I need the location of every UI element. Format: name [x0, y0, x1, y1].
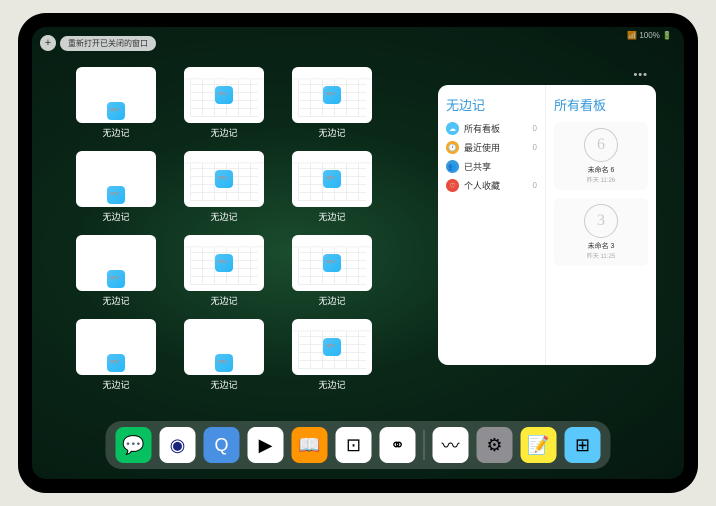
dock-apps-icon[interactable]: ⊞	[565, 427, 601, 463]
window-thumbnail	[76, 319, 156, 375]
board-name: 未命名 6	[588, 165, 615, 175]
switcher-window[interactable]: 无边记	[288, 67, 376, 139]
switcher-window[interactable]: 无边记	[72, 151, 160, 223]
ipad-frame: 📶 100% 🔋 + 重新打开已关闭的窗口 无边记无边记无边记无边记无边记无边记…	[18, 13, 698, 493]
switcher-window[interactable]: 无边记	[72, 235, 160, 307]
category-icon: ♡	[446, 179, 459, 192]
switcher-window[interactable]: 无边记	[72, 319, 160, 391]
dock-settings-icon[interactable]: ⚙	[477, 427, 513, 463]
window-label: 无边记	[318, 126, 345, 139]
freeform-app-icon	[323, 254, 341, 272]
switcher-window[interactable]: 无边记	[180, 151, 268, 223]
sidebar-category[interactable]: ♡ 个人收藏 0	[446, 179, 537, 192]
window-thumbnail	[184, 67, 264, 123]
window-label: 无边记	[210, 126, 237, 139]
board-time: 昨天 11:26	[587, 175, 615, 184]
panel-left-title: 无边记	[446, 95, 537, 114]
dock-notes-icon[interactable]: 📝	[521, 427, 557, 463]
panel-right-title: 所有看板	[554, 95, 648, 114]
new-window-button[interactable]: +	[40, 35, 56, 51]
category-count: 0	[533, 181, 537, 190]
freeform-panel: 无边记 ☁所有看板0🕐最近使用0👥已共享♡个人收藏0 所有看板 6未命名 6昨天…	[438, 85, 656, 365]
board-time: 昨天 11:25	[587, 251, 615, 260]
category-icon: ☁	[446, 122, 459, 135]
window-thumbnail	[76, 235, 156, 291]
freeform-app-icon	[107, 354, 125, 372]
freeform-app-icon	[215, 354, 233, 372]
switcher-window[interactable]: 无边记	[288, 151, 376, 223]
freeform-app-icon	[107, 270, 125, 288]
dock-wechat-icon[interactable]: 💬	[116, 427, 152, 463]
category-count: 0	[533, 143, 537, 152]
dock-quark-icon[interactable]: ◉	[160, 427, 196, 463]
window-label: 无边记	[210, 378, 237, 391]
category-icon: 🕐	[446, 141, 459, 154]
panel-menu-icon[interactable]: •••	[633, 69, 648, 81]
board-sketch-icon: 6	[584, 128, 618, 162]
freeform-app-icon	[323, 170, 341, 188]
sidebar-category[interactable]: ☁ 所有看板 0	[446, 122, 537, 135]
category-label: 所有看板	[464, 122, 500, 135]
window-label: 无边记	[102, 294, 129, 307]
switcher-window[interactable]: 无边记	[180, 235, 268, 307]
freeform-app-icon	[215, 254, 233, 272]
board-name: 未命名 3	[588, 241, 615, 251]
switcher-window[interactable]: 无边记	[288, 235, 376, 307]
window-thumbnail	[184, 151, 264, 207]
panel-content: 所有看板 6 未命名 6昨天 11:26 3 未命名 3昨天 11:25	[546, 85, 656, 365]
freeform-app-icon	[323, 86, 341, 104]
dock: 💬◉Q▶📖⊡⚭ 〰⚙📝⊞	[106, 421, 611, 469]
switcher-window[interactable]: 无边记	[180, 67, 268, 139]
dock-freeform-icon[interactable]: 〰	[433, 427, 469, 463]
window-label: 无边记	[102, 126, 129, 139]
freeform-app-icon	[215, 86, 233, 104]
freeform-app-icon	[107, 102, 125, 120]
window-thumbnail	[292, 319, 372, 375]
switcher-window[interactable]: 无边记	[180, 319, 268, 391]
dock-browser-icon[interactable]: Q	[204, 427, 240, 463]
dock-books-icon[interactable]: 📖	[292, 427, 328, 463]
window-label: 无边记	[318, 210, 345, 223]
window-thumbnail	[76, 67, 156, 123]
category-icon: 👥	[446, 160, 459, 173]
category-label: 已共享	[464, 160, 491, 173]
window-label: 无边记	[318, 294, 345, 307]
app-switcher-grid: 无边记无边记无边记无边记无边记无边记无边记无边记无边记无边记无边记无边记	[72, 67, 376, 391]
dock-separator	[424, 430, 425, 460]
dock-dice-icon[interactable]: ⊡	[336, 427, 372, 463]
category-label: 个人收藏	[464, 179, 500, 192]
screen: 📶 100% 🔋 + 重新打开已关闭的窗口 无边记无边记无边记无边记无边记无边记…	[32, 27, 684, 479]
window-label: 无边记	[210, 210, 237, 223]
sidebar-category[interactable]: 🕐 最近使用 0	[446, 141, 537, 154]
board-card[interactable]: 6 未命名 6昨天 11:26	[554, 122, 648, 190]
freeform-app-icon	[107, 186, 125, 204]
window-thumbnail	[184, 319, 264, 375]
panel-sidebar: 无边记 ☁ 所有看板 0 🕐 最近使用 0 👥 已共享 ♡ 个人收藏 0	[438, 85, 546, 365]
board-card[interactable]: 3 未命名 3昨天 11:25	[554, 198, 648, 266]
sidebar-category[interactable]: 👥 已共享	[446, 160, 537, 173]
category-label: 最近使用	[464, 141, 500, 154]
reopen-closed-window-button[interactable]: 重新打开已关闭的窗口	[60, 36, 156, 51]
dock-connect-icon[interactable]: ⚭	[380, 427, 416, 463]
window-thumbnail	[292, 235, 372, 291]
window-thumbnail	[292, 151, 372, 207]
switcher-window[interactable]: 无边记	[288, 319, 376, 391]
freeform-app-icon	[323, 338, 341, 356]
top-bar: + 重新打开已关闭的窗口	[40, 35, 156, 51]
switcher-window[interactable]: 无边记	[72, 67, 160, 139]
window-label: 无边记	[210, 294, 237, 307]
window-thumbnail	[292, 67, 372, 123]
board-sketch-icon: 3	[584, 204, 618, 238]
window-label: 无边记	[102, 378, 129, 391]
window-thumbnail	[76, 151, 156, 207]
dock-play-icon[interactable]: ▶	[248, 427, 284, 463]
category-count: 0	[533, 124, 537, 133]
window-label: 无边记	[102, 210, 129, 223]
window-thumbnail	[184, 235, 264, 291]
freeform-app-icon	[215, 170, 233, 188]
window-label: 无边记	[318, 378, 345, 391]
status-bar: 📶 100% 🔋	[627, 31, 672, 40]
